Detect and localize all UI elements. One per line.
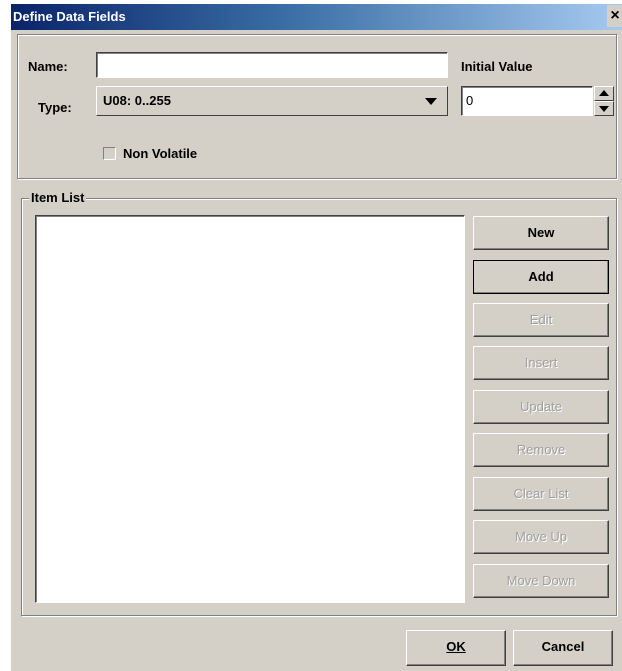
name-label: Name:: [28, 59, 68, 74]
edit-button[interactable]: Edit: [473, 303, 609, 337]
new-button[interactable]: New: [473, 216, 609, 250]
insert-button[interactable]: Insert: [473, 346, 609, 380]
chevron-down-icon: [425, 98, 437, 105]
close-icon[interactable]: ×: [607, 5, 622, 27]
add-button[interactable]: Add: [473, 260, 609, 294]
window-title: Define Data Fields: [13, 9, 126, 24]
ok-label: OK: [446, 639, 466, 654]
update-button[interactable]: Update: [473, 390, 609, 424]
title-bar: Define Data Fields ×: [11, 4, 622, 30]
increment-button[interactable]: [594, 86, 614, 101]
initial-value-stepper[interactable]: [594, 86, 614, 116]
type-selected-value: U08: 0..255: [103, 93, 171, 108]
initial-value-input[interactable]: 0: [461, 86, 593, 116]
type-select[interactable]: U08: 0..255: [96, 86, 448, 116]
type-label: Type:: [38, 100, 72, 115]
initial-value-label: Initial Value: [461, 59, 533, 74]
cancel-label: Cancel: [541, 639, 585, 654]
decrement-button[interactable]: [594, 101, 614, 116]
ok-button[interactable]: OK: [406, 630, 506, 666]
arrow-down-icon: [599, 106, 609, 112]
name-input[interactable]: [96, 52, 448, 78]
arrow-up-icon: [599, 90, 609, 96]
non-volatile-checkbox[interactable]: [103, 147, 116, 160]
remove-button[interactable]: Remove: [473, 433, 609, 467]
move-down-button[interactable]: Move Down: [473, 564, 609, 598]
cancel-button[interactable]: Cancel: [513, 630, 613, 666]
clear-list-button[interactable]: Clear List: [473, 477, 609, 511]
non-volatile-label[interactable]: Non Volatile: [123, 146, 197, 161]
define-data-fields-dialog: Define Data Fields × Name: Initial Value…: [10, 4, 622, 671]
item-list-box[interactable]: [35, 215, 465, 603]
move-up-button[interactable]: Move Up: [473, 520, 609, 554]
item-list-label: Item List: [29, 190, 87, 205]
